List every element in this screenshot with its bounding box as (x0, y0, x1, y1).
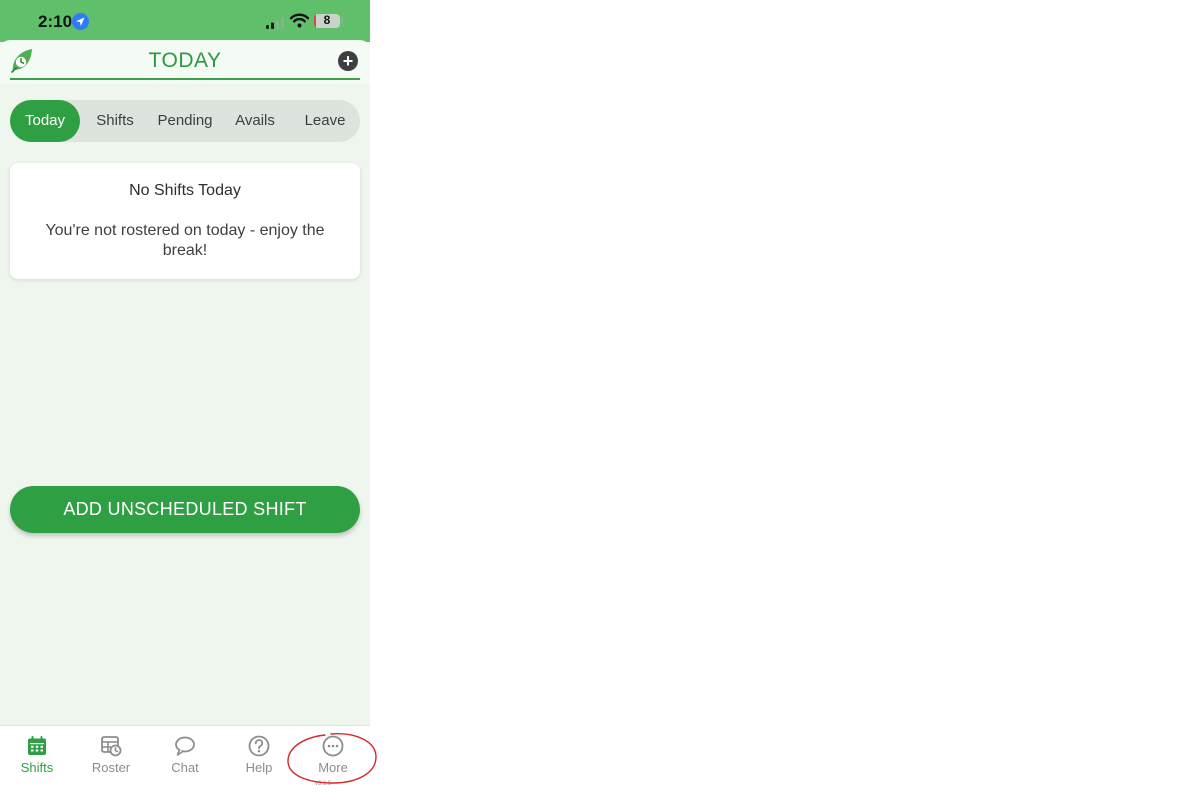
status-time: 2:10 (38, 12, 73, 31)
tab-label: Avails (235, 112, 275, 129)
status-bar: 2:10 8 (0, 0, 370, 42)
card-message: You're not rostered on today - enjoy the… (45, 222, 325, 259)
calendar-icon (26, 735, 48, 757)
tab-label: Today (24, 112, 66, 129)
tab-today[interactable]: Today (10, 100, 80, 142)
location-arrow-icon (72, 13, 89, 30)
plus-circle-icon[interactable]: + (338, 51, 358, 71)
roster-clock-icon (100, 735, 122, 757)
battery-icon: 8 (314, 14, 340, 28)
tab-label: Leave (304, 112, 346, 129)
nav-item-chat[interactable]: Chat (148, 726, 222, 786)
nav-item-shifts[interactable]: Shifts (0, 726, 74, 786)
tab-leave[interactable]: Leave (290, 100, 360, 142)
tab-shifts[interactable]: Shifts (80, 100, 150, 142)
page-title: TODAY (148, 49, 222, 72)
chat-bubble-icon (174, 735, 196, 757)
nav-label: Roster (91, 760, 131, 775)
battery-level: 8 (323, 14, 331, 27)
tab-bar: Today Shifts Pending Avails Leave (10, 100, 360, 142)
tab-label: Pending (157, 112, 213, 129)
cellular-signal-icon (266, 16, 286, 29)
add-unscheduled-shift-button[interactable]: ADD UNSCHEDULED SHIFT (10, 486, 360, 533)
no-shifts-card: No Shifts Today You're not rostered on t… (10, 163, 360, 279)
app-screen: 2:10 8 TODAY + Today Shifts Pending Avai… (0, 0, 370, 800)
question-circle-icon (248, 735, 270, 757)
tab-avails[interactable]: Avails (220, 100, 290, 142)
card-title: No Shifts Today (129, 182, 241, 199)
nav-item-roster[interactable]: Roster (74, 726, 148, 786)
nav-label: Shifts (20, 760, 54, 775)
header-divider (10, 78, 360, 80)
battery-tip (341, 18, 343, 24)
page-header: TODAY + (0, 40, 370, 84)
nav-label: Chat (171, 760, 199, 775)
tab-pending[interactable]: Pending (150, 100, 220, 142)
tab-label: Shifts (96, 112, 134, 129)
annotation-circle (287, 733, 377, 784)
wifi-icon (289, 13, 310, 28)
